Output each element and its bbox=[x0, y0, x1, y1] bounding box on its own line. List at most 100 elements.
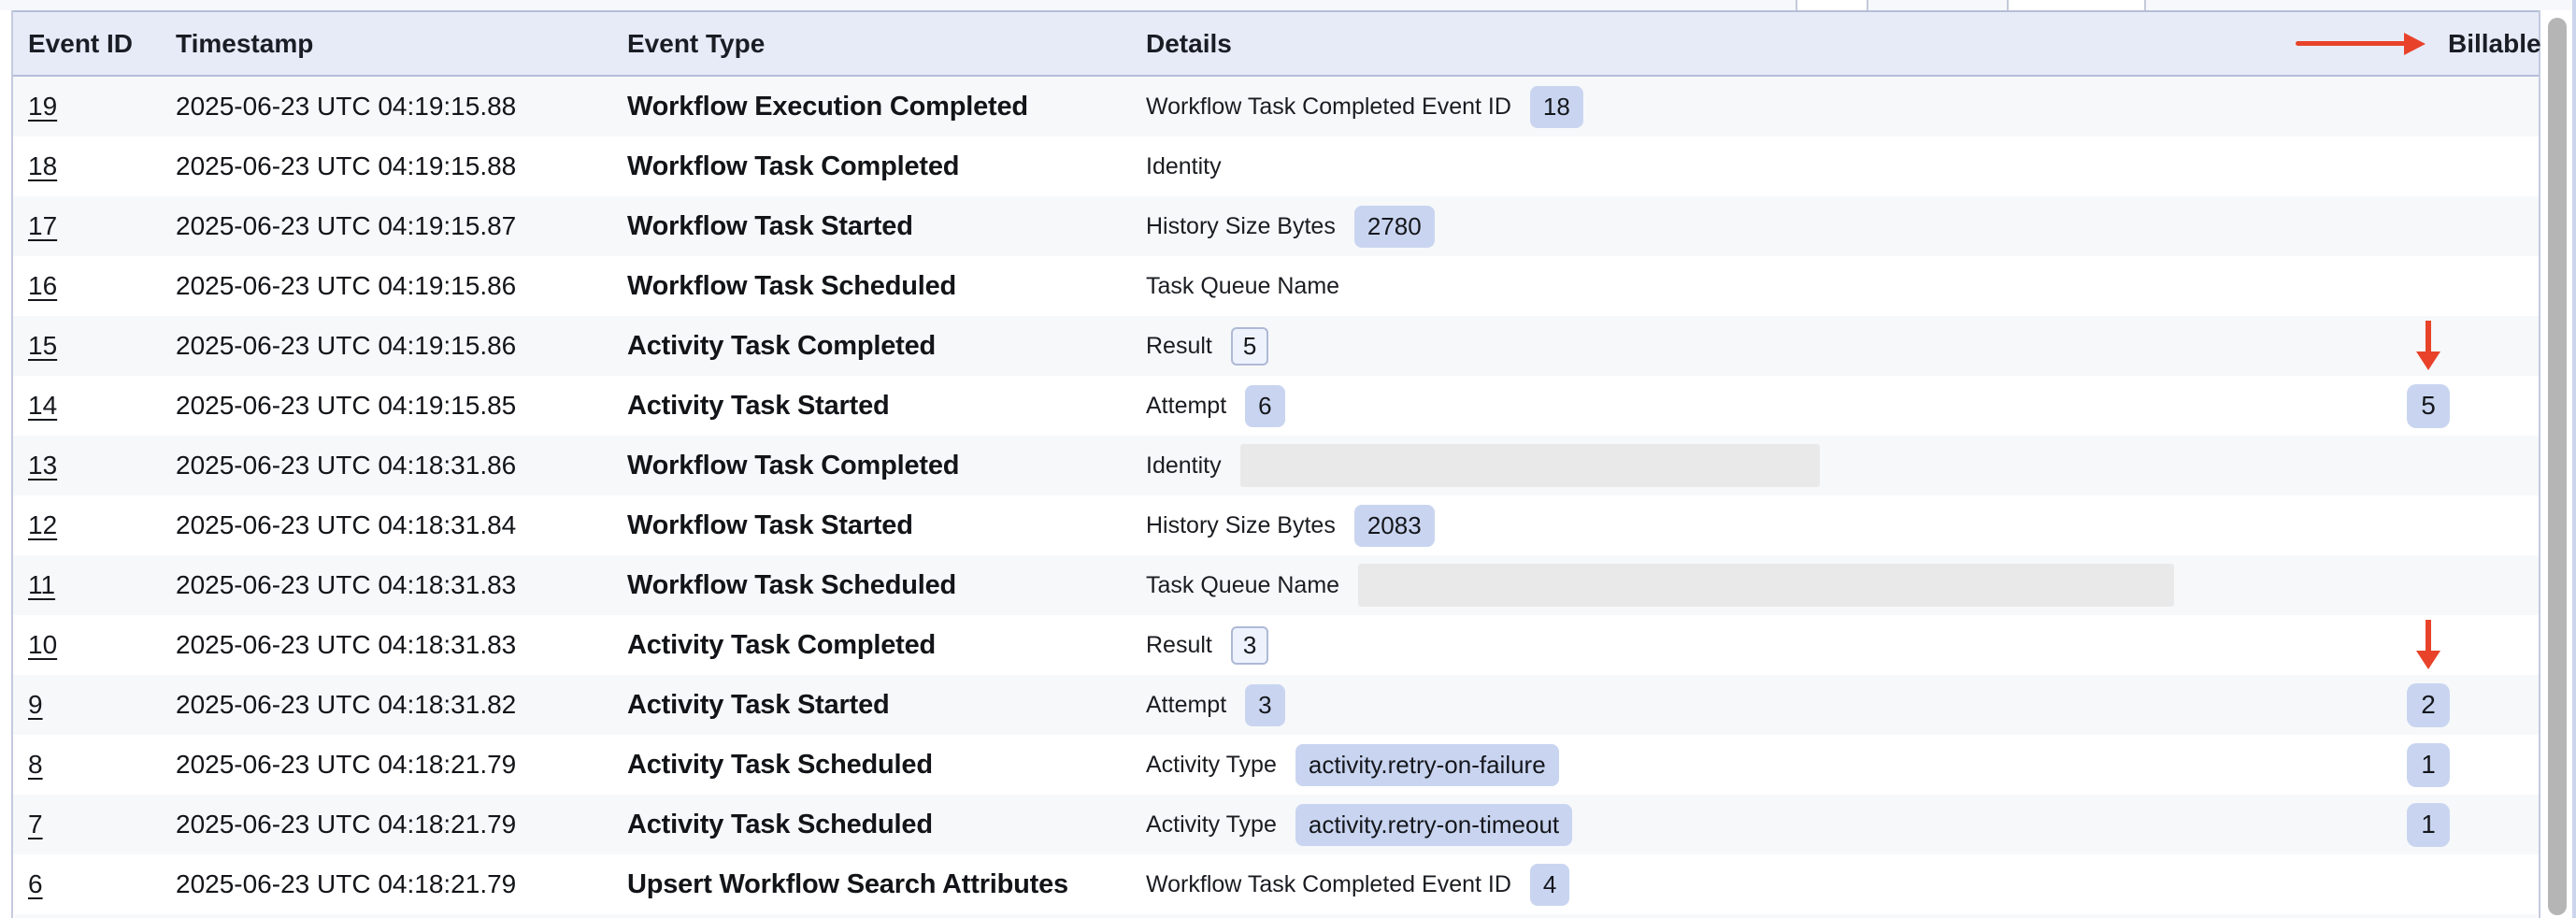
event-type: Workflow Task Started bbox=[612, 211, 1131, 242]
event-row[interactable]: 6 2025-06-23 UTC 04:18:21.79 Upsert Work… bbox=[13, 854, 2539, 914]
event-timestamp: 2025-06-23 UTC 04:19:15.86 bbox=[161, 271, 612, 301]
event-row[interactable]: 8 2025-06-23 UTC 04:18:21.79 Activity Ta… bbox=[13, 735, 2539, 795]
event-row[interactable]: 11 2025-06-23 UTC 04:18:31.83 Workflow T… bbox=[13, 555, 2539, 615]
toolbar-segment bbox=[1797, 0, 1867, 10]
event-type: Activity Task Scheduled bbox=[612, 750, 1131, 781]
toolbar-divider bbox=[1867, 0, 1868, 10]
detail-label: Result bbox=[1146, 632, 1212, 659]
event-timestamp: 2025-06-23 UTC 04:19:15.85 bbox=[161, 391, 612, 421]
detail-label: Activity Type bbox=[1146, 752, 1277, 779]
event-type: Workflow Task Started bbox=[612, 510, 1131, 541]
event-type: Activity Task Started bbox=[612, 391, 1131, 422]
event-id-link[interactable]: 14 bbox=[28, 391, 57, 420]
event-row[interactable]: 19 2025-06-23 UTC 04:19:15.88 Workflow E… bbox=[13, 77, 2539, 136]
billable-actions-badge: 1 bbox=[2407, 743, 2450, 787]
event-rows: 19 2025-06-23 UTC 04:19:15.88 Workflow E… bbox=[13, 77, 2539, 914]
event-id-link[interactable]: 12 bbox=[28, 510, 57, 539]
event-id-link[interactable]: 18 bbox=[28, 151, 57, 180]
event-id-link[interactable]: 15 bbox=[28, 331, 57, 360]
event-row[interactable]: 14 2025-06-23 UTC 04:19:15.85 Activity T… bbox=[13, 376, 2539, 436]
event-timestamp: 2025-06-23 UTC 04:18:31.82 bbox=[161, 690, 612, 720]
event-id-link[interactable]: 17 bbox=[28, 211, 57, 240]
event-id-link[interactable]: 19 bbox=[28, 92, 57, 121]
event-id-link[interactable]: 10 bbox=[28, 630, 57, 659]
partial-next-row bbox=[15, 914, 2537, 918]
event-row[interactable]: 15 2025-06-23 UTC 04:19:15.86 Activity T… bbox=[13, 316, 2539, 376]
event-timestamp: 2025-06-23 UTC 04:18:31.86 bbox=[161, 451, 612, 481]
event-row[interactable]: 12 2025-06-23 UTC 04:18:31.84 Workflow T… bbox=[13, 495, 2539, 555]
detail-label: Attempt bbox=[1146, 393, 1226, 420]
toolbar-divider bbox=[2007, 0, 2009, 10]
detail-label: Identity bbox=[1146, 153, 1222, 180]
toolbar-segment bbox=[2009, 0, 2144, 10]
detail-label: Workflow Task Completed Event ID bbox=[1146, 93, 1511, 121]
event-timestamp: 2025-06-23 UTC 04:18:31.83 bbox=[161, 570, 612, 600]
event-row[interactable]: 13 2025-06-23 UTC 04:18:31.86 Workflow T… bbox=[13, 436, 2539, 495]
detail-label: Workflow Task Completed Event ID bbox=[1146, 871, 1511, 898]
event-row[interactable]: 10 2025-06-23 UTC 04:18:31.83 Activity T… bbox=[13, 615, 2539, 675]
event-type: Workflow Task Completed bbox=[612, 151, 1131, 182]
event-type: Activity Task Scheduled bbox=[612, 810, 1131, 840]
event-type: Workflow Task Scheduled bbox=[612, 271, 1131, 302]
event-type: Workflow Task Scheduled bbox=[612, 570, 1131, 601]
detail-value-badge: 6 bbox=[1245, 385, 1284, 427]
event-row[interactable]: 16 2025-06-23 UTC 04:19:15.86 Workflow T… bbox=[13, 256, 2539, 316]
event-timestamp: 2025-06-23 UTC 04:18:21.79 bbox=[161, 810, 612, 839]
event-timestamp: 2025-06-23 UTC 04:19:15.88 bbox=[161, 92, 612, 122]
detail-label: Activity Type bbox=[1146, 811, 1277, 839]
panel-right-edge bbox=[2572, 0, 2576, 918]
detail-value-badge: 2780 bbox=[1354, 206, 1435, 248]
detail-label: Result bbox=[1146, 333, 1212, 360]
billable-actions-badge: 5 bbox=[2407, 384, 2450, 428]
detail-value-badge: 2083 bbox=[1354, 505, 1435, 547]
event-id-link[interactable]: 9 bbox=[28, 690, 43, 719]
event-type: Upsert Workflow Search Attributes bbox=[612, 869, 1131, 900]
event-timestamp: 2025-06-23 UTC 04:19:15.88 bbox=[161, 151, 612, 181]
detail-value-badge: activity.retry-on-failure bbox=[1295, 744, 1559, 786]
event-timestamp: 2025-06-23 UTC 04:18:31.83 bbox=[161, 630, 612, 660]
redacted-value-block bbox=[1240, 444, 1820, 487]
billable-actions-badge: 1 bbox=[2407, 803, 2450, 847]
event-type: Activity Task Started bbox=[612, 690, 1131, 721]
event-timestamp: 2025-06-23 UTC 04:19:15.87 bbox=[161, 211, 612, 241]
detail-label: Task Queue Name bbox=[1146, 273, 1339, 300]
redacted-value-block bbox=[1358, 564, 2174, 607]
table-header-row: Event ID Timestamp Event Type Details Bi… bbox=[13, 10, 2539, 77]
vertical-scrollbar-thumb[interactable] bbox=[2548, 18, 2567, 915]
event-id-link[interactable]: 8 bbox=[28, 750, 43, 779]
column-header-event-type: Event Type bbox=[612, 29, 1131, 59]
event-id-link[interactable]: 7 bbox=[28, 810, 43, 839]
detail-value-badge: 4 bbox=[1530, 864, 1569, 906]
event-row[interactable]: 9 2025-06-23 UTC 04:18:31.82 Activity Ta… bbox=[13, 675, 2539, 735]
event-history-table: Event ID Timestamp Event Type Details Bi… bbox=[11, 10, 2540, 918]
detail-value-badge: activity.retry-on-timeout bbox=[1295, 804, 1572, 846]
vertical-scrollbar-track[interactable] bbox=[2542, 10, 2572, 918]
event-id-link[interactable]: 16 bbox=[28, 271, 57, 300]
annotation-arrow-right-icon bbox=[2296, 33, 2426, 55]
event-id-link[interactable]: 13 bbox=[28, 451, 57, 480]
detail-value-badge: 3 bbox=[1231, 626, 1268, 665]
detail-label: History Size Bytes bbox=[1146, 213, 1336, 240]
toolbar-divider bbox=[1796, 0, 1797, 10]
event-row[interactable]: 17 2025-06-23 UTC 04:19:15.87 Workflow T… bbox=[13, 196, 2539, 256]
detail-value-badge: 3 bbox=[1245, 684, 1284, 726]
column-header-details: Details bbox=[1131, 29, 2281, 59]
column-header-timestamp: Timestamp bbox=[161, 29, 612, 59]
column-header-event-id: Event ID bbox=[13, 29, 161, 59]
event-timestamp: 2025-06-23 UTC 04:19:15.86 bbox=[161, 331, 612, 361]
detail-value-badge: 18 bbox=[1530, 86, 1583, 128]
event-id-link[interactable]: 6 bbox=[28, 869, 43, 898]
detail-label: Identity bbox=[1146, 452, 1222, 480]
event-row[interactable]: 18 2025-06-23 UTC 04:19:15.88 Workflow T… bbox=[13, 136, 2539, 196]
event-row[interactable]: 7 2025-06-23 UTC 04:18:21.79 Activity Ta… bbox=[13, 795, 2539, 854]
event-timestamp: 2025-06-23 UTC 04:18:21.79 bbox=[161, 869, 612, 899]
event-timestamp: 2025-06-23 UTC 04:18:21.79 bbox=[161, 750, 612, 780]
billable-actions-badge: 2 bbox=[2407, 683, 2450, 727]
event-type: Activity Task Completed bbox=[612, 331, 1131, 362]
top-toolbar-edge bbox=[0, 0, 2576, 10]
event-type: Workflow Task Completed bbox=[612, 451, 1131, 481]
event-type: Workflow Execution Completed bbox=[612, 92, 1131, 122]
event-id-link[interactable]: 11 bbox=[28, 570, 55, 599]
detail-label: Attempt bbox=[1146, 692, 1226, 719]
event-timestamp: 2025-06-23 UTC 04:18:31.84 bbox=[161, 510, 612, 540]
